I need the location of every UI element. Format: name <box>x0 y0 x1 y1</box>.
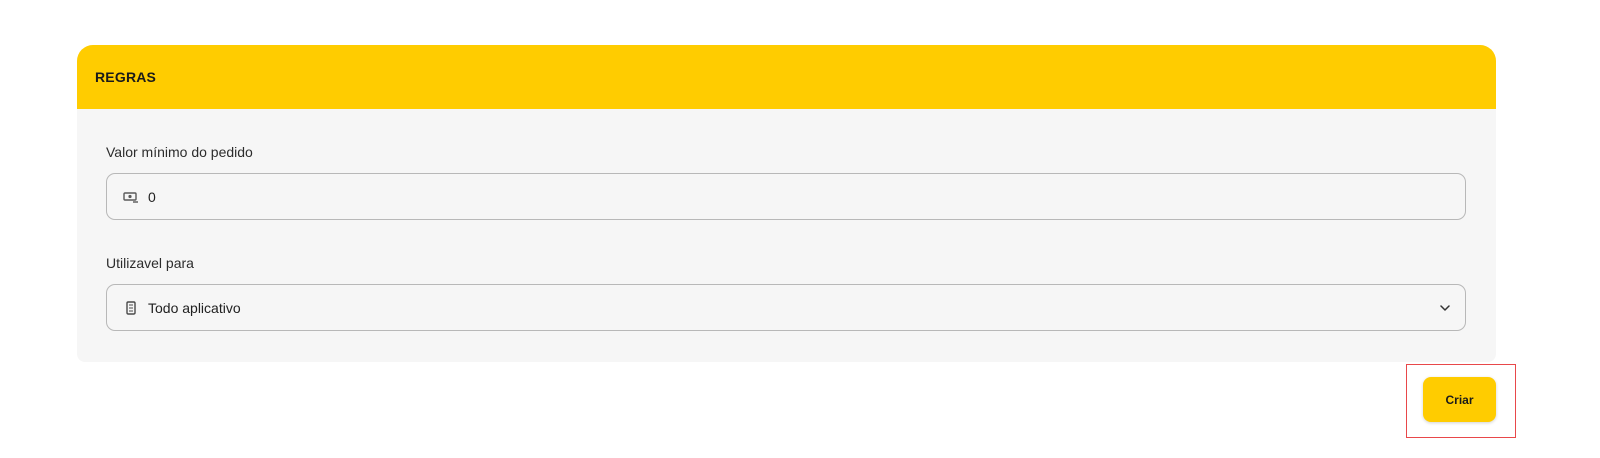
money-icon <box>122 188 140 206</box>
usable-for-selected: Todo aplicativo <box>148 299 241 316</box>
min-order-label: Valor mínimo do pedido <box>106 144 253 160</box>
create-button[interactable]: Criar <box>1423 377 1496 422</box>
usable-for-select[interactable]: Todo aplicativo <box>106 284 1466 331</box>
rules-card-header: REGRAS <box>77 45 1496 109</box>
rules-card-title: REGRAS <box>95 69 157 85</box>
min-order-input[interactable]: 0 <box>106 173 1466 220</box>
mobile-phone-icon <box>122 299 140 317</box>
rules-card: REGRAS Valor mínimo do pedido 0 Utilizav… <box>77 45 1496 362</box>
chevron-down-icon[interactable] <box>1439 302 1451 314</box>
min-order-value: 0 <box>148 188 156 205</box>
usable-for-label: Utilizavel para <box>106 255 194 271</box>
